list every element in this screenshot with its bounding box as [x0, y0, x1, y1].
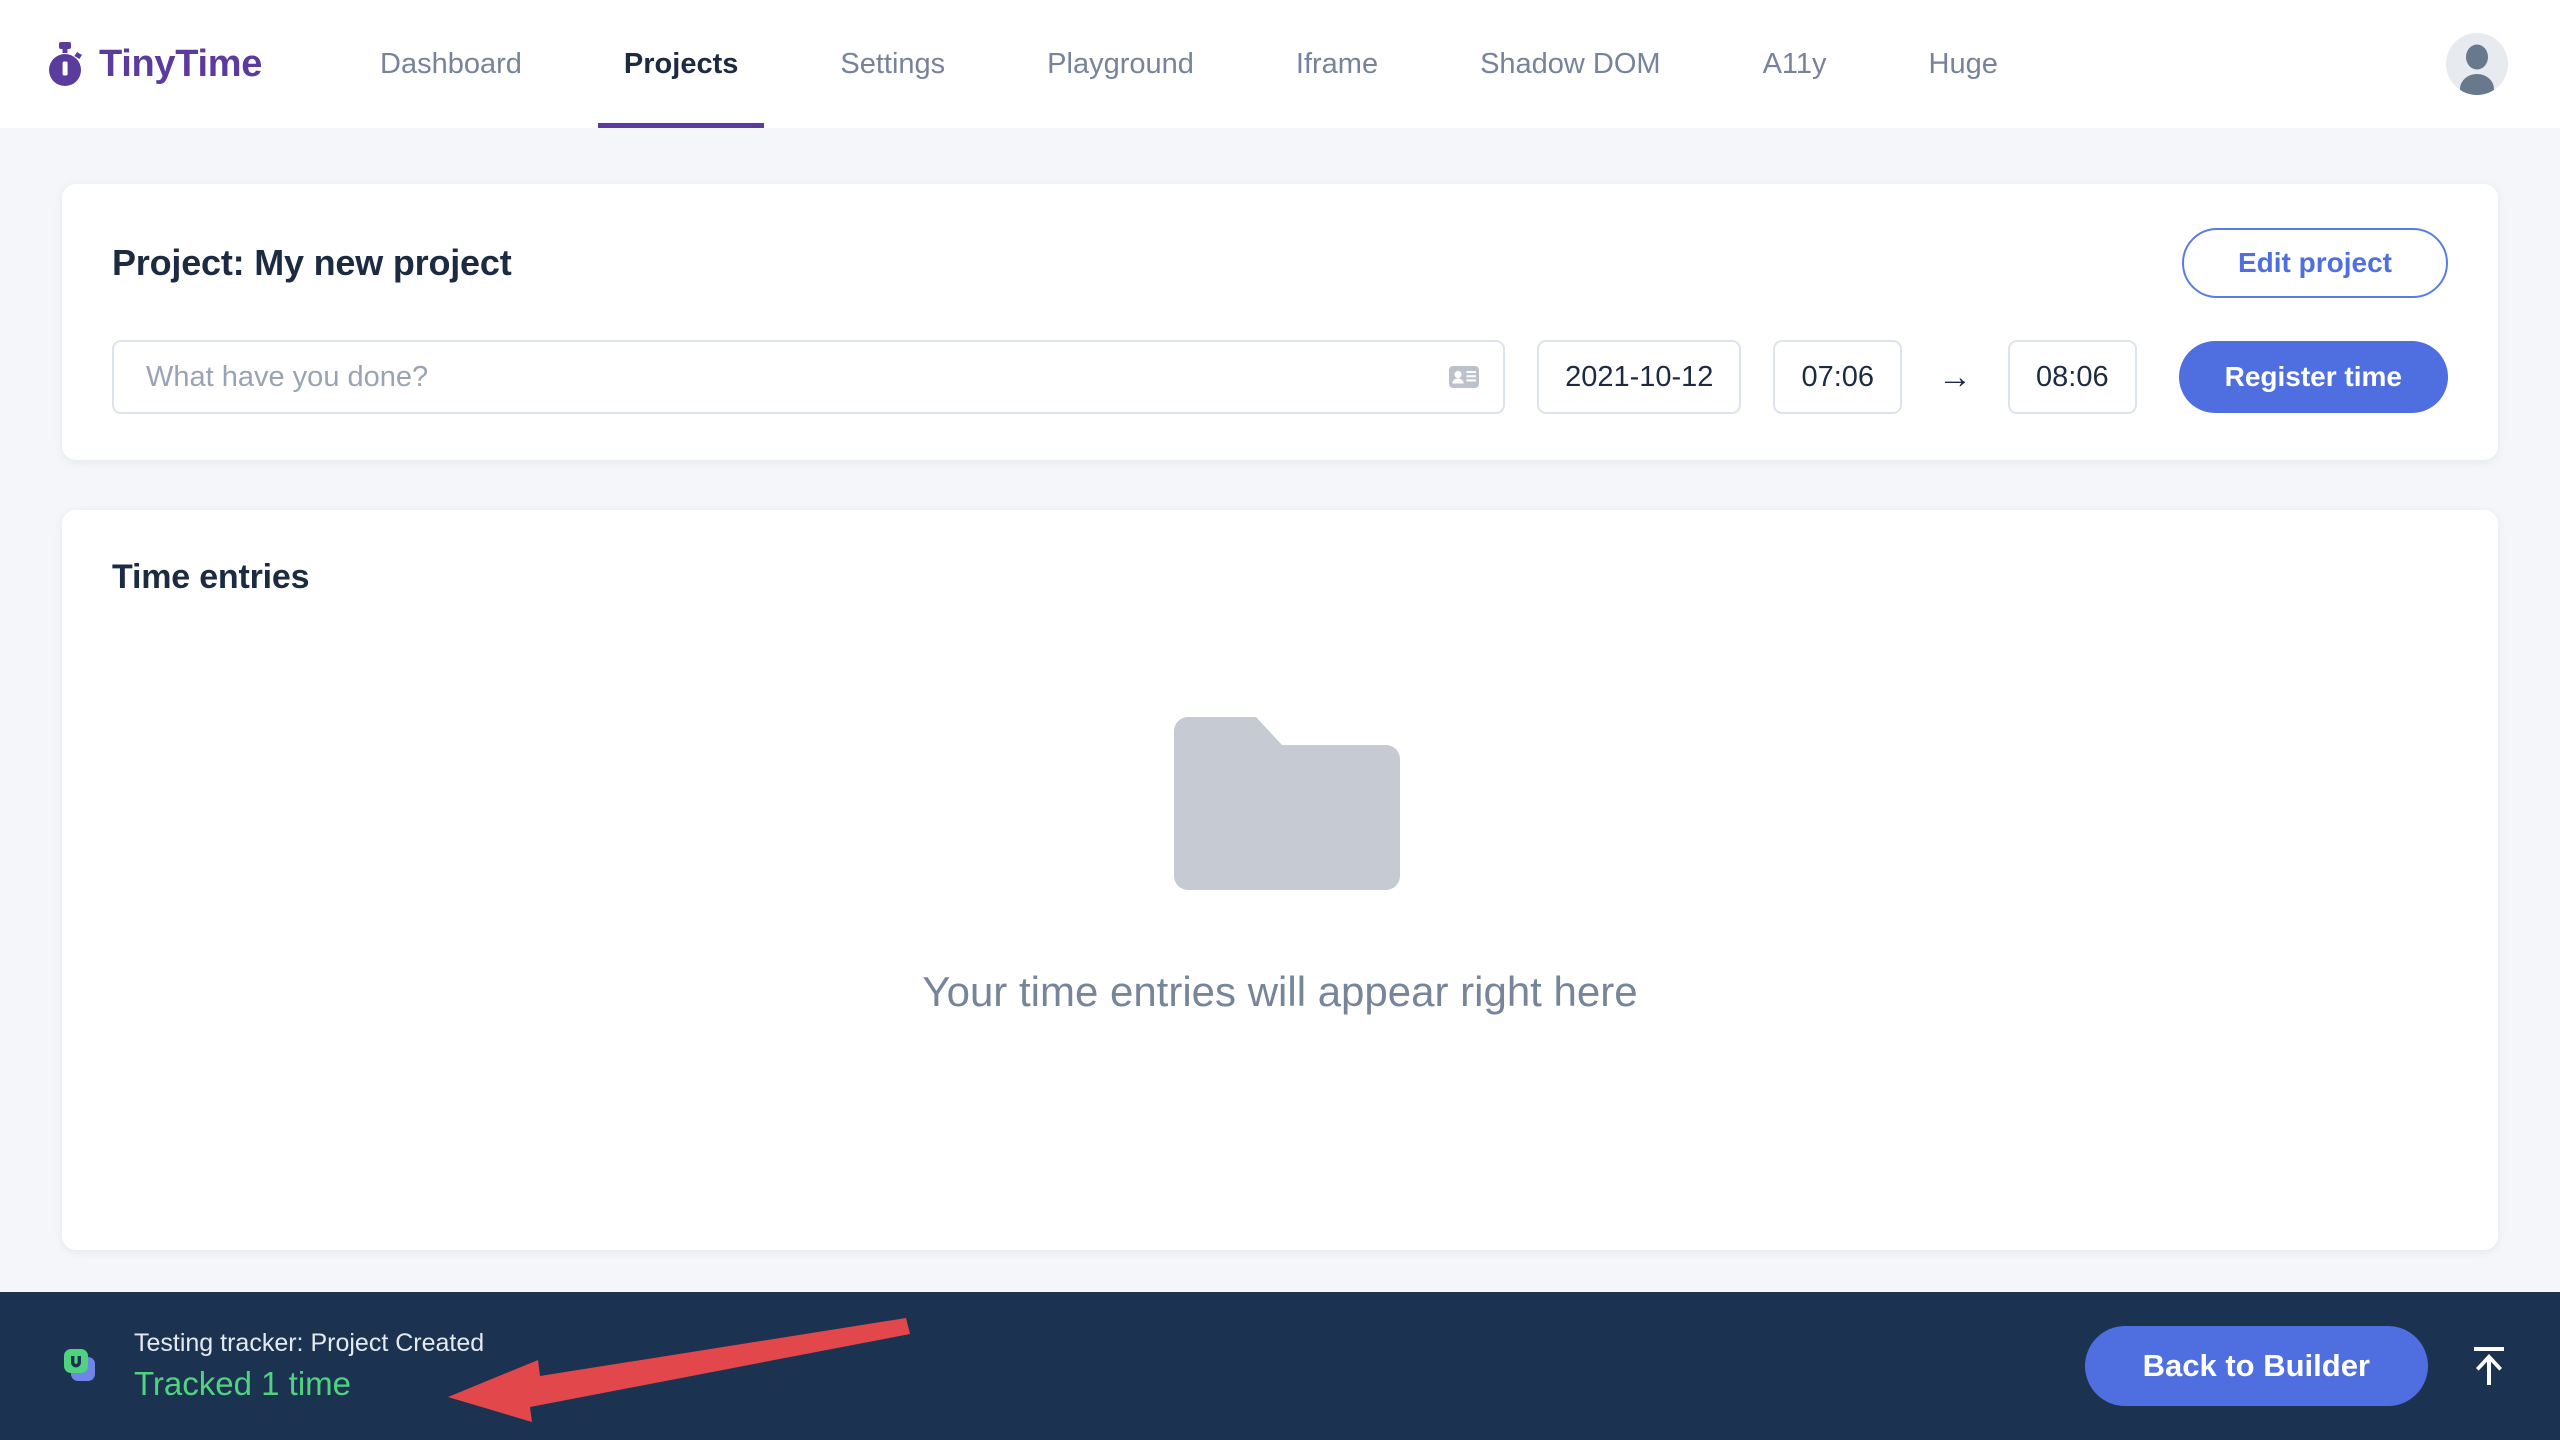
main-content: Project: My new project Edit project 202… — [0, 128, 2560, 1250]
nav-item-huge[interactable]: Huge — [1903, 0, 2024, 128]
nav-item-settings[interactable]: Settings — [814, 0, 971, 128]
tracker-status: Testing tracker: Project Created Tracked… — [58, 1327, 484, 1405]
end-time-input[interactable]: 08:06 — [2008, 340, 2137, 414]
time-entries-card: Time entries Your time entries will appe… — [62, 510, 2498, 1250]
main-nav: Dashboard Projects Settings Playground I… — [354, 0, 2446, 128]
time-entries-title: Time entries — [112, 558, 310, 596]
top-navigation-bar: TinyTime Dashboard Projects Settings Pla… — [0, 0, 2560, 128]
project-card-header: Project: My new project Edit project — [112, 228, 2448, 298]
stopwatch-icon — [49, 42, 82, 86]
brand-name: TinyTime — [99, 42, 263, 85]
tracker-status-count: Tracked 1 time — [134, 1364, 352, 1402]
task-description-field[interactable] — [112, 340, 1506, 414]
tracker-text: Testing tracker: Project Created Tracked… — [134, 1327, 484, 1405]
folder-icon — [1174, 717, 1400, 890]
bottom-tracker-bar: Testing tracker: Project Created Tracked… — [0, 1292, 2560, 1440]
user-avatar-icon — [2446, 33, 2508, 95]
nav-item-dashboard[interactable]: Dashboard — [354, 0, 548, 128]
contact-card-icon[interactable] — [1447, 360, 1481, 394]
start-time-input[interactable]: 07:06 — [1773, 340, 1903, 414]
edit-project-button[interactable]: Edit project — [2181, 228, 2448, 298]
register-time-button[interactable]: Register time — [2178, 341, 2448, 413]
arrow-up-to-line-icon — [2474, 1347, 2504, 1385]
back-to-builder-button[interactable]: Back to Builder — [2084, 1326, 2428, 1406]
avatar[interactable] — [2446, 33, 2508, 95]
date-input[interactable]: 2021-10-12 — [1537, 340, 1742, 414]
nav-item-projects[interactable]: Projects — [597, 0, 765, 128]
empty-state-text: Your time entries will appear right here — [922, 968, 1638, 1015]
collapse-bar-button[interactable] — [2464, 1338, 2514, 1394]
time-entry-form: 2021-10-12 07:06 → 08:06 Register time — [112, 340, 2448, 414]
bottom-bar-actions: Back to Builder — [2084, 1326, 2514, 1406]
nav-item-playground[interactable]: Playground — [1021, 0, 1220, 128]
nav-item-iframe[interactable]: Iframe — [1270, 0, 1404, 128]
brand-logo[interactable]: TinyTime — [44, 41, 262, 87]
page-title: Project: My new project — [112, 242, 512, 283]
task-description-input[interactable] — [146, 360, 1448, 394]
tracker-title: Testing tracker: Project Created — [134, 1328, 485, 1357]
empty-state: Your time entries will appear right here — [112, 597, 2448, 1016]
nav-item-shadow-dom[interactable]: Shadow DOM — [1454, 0, 1687, 128]
project-card: Project: My new project Edit project 202… — [62, 184, 2498, 460]
time-range-arrow-icon: → — [1938, 358, 1973, 396]
nav-item-a11y[interactable]: A11y — [1737, 0, 1853, 128]
usetrace-logo-icon — [64, 1348, 95, 1381]
